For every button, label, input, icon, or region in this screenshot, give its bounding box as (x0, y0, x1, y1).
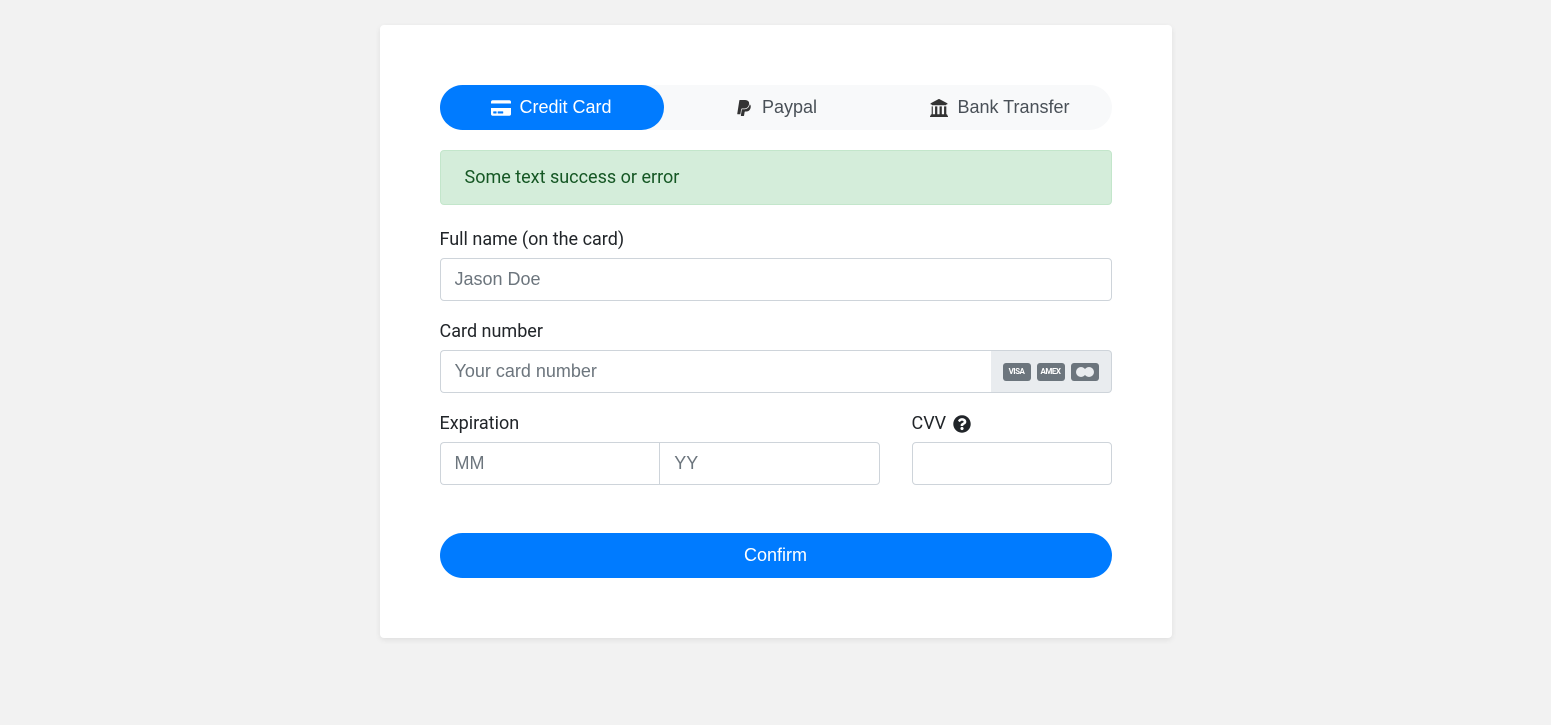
bank-icon (929, 99, 949, 117)
exp-cvv-row: Expiration CVV (440, 413, 1112, 505)
fullname-label: Full name (on the card) (440, 229, 1112, 250)
credit-card-icon (491, 99, 511, 117)
alert-text: Some text success or error (465, 167, 680, 188)
cardnumber-input[interactable] (440, 350, 991, 393)
confirm-button[interactable]: Confirm (440, 533, 1112, 578)
amex-icon: AMEX (1037, 363, 1065, 381)
cvv-input[interactable] (912, 442, 1112, 485)
visa-icon: VISA (1003, 363, 1031, 381)
expiration-inputs (440, 442, 880, 485)
cardnumber-group: Card number VISA AMEX (440, 321, 1112, 393)
expiration-year-input[interactable] (659, 442, 879, 485)
tab-label: Credit Card (519, 97, 611, 118)
cardnumber-label: Card number (440, 321, 1112, 342)
fullname-group: Full name (on the card) (440, 229, 1112, 301)
cvv-group: CVV (912, 413, 1112, 485)
expiration-month-input[interactable] (440, 442, 660, 485)
card-brand-icons: VISA AMEX (991, 350, 1112, 393)
tab-paypal[interactable]: Paypal (664, 85, 888, 130)
tab-label: Bank Transfer (957, 97, 1069, 118)
status-alert: Some text success or error (440, 150, 1112, 205)
cardnumber-input-group: VISA AMEX (440, 350, 1112, 393)
expiration-group: Expiration (440, 413, 880, 485)
tab-credit-card[interactable]: Credit Card (440, 85, 664, 130)
cvv-label-text: CVV (912, 413, 947, 434)
tab-bank-transfer[interactable]: Bank Transfer (888, 85, 1112, 130)
payment-method-tabs: Credit Card Paypal Bank Transfer (440, 85, 1112, 130)
question-circle-icon[interactable] (953, 415, 971, 433)
tab-label: Paypal (762, 97, 817, 118)
mastercard-icon (1071, 363, 1099, 381)
expiration-label: Expiration (440, 413, 880, 434)
paypal-icon (734, 99, 754, 117)
fullname-input[interactable] (440, 258, 1112, 301)
cvv-label: CVV (912, 413, 1112, 434)
payment-form-card: Credit Card Paypal Bank Transfer Some te… (380, 25, 1172, 638)
